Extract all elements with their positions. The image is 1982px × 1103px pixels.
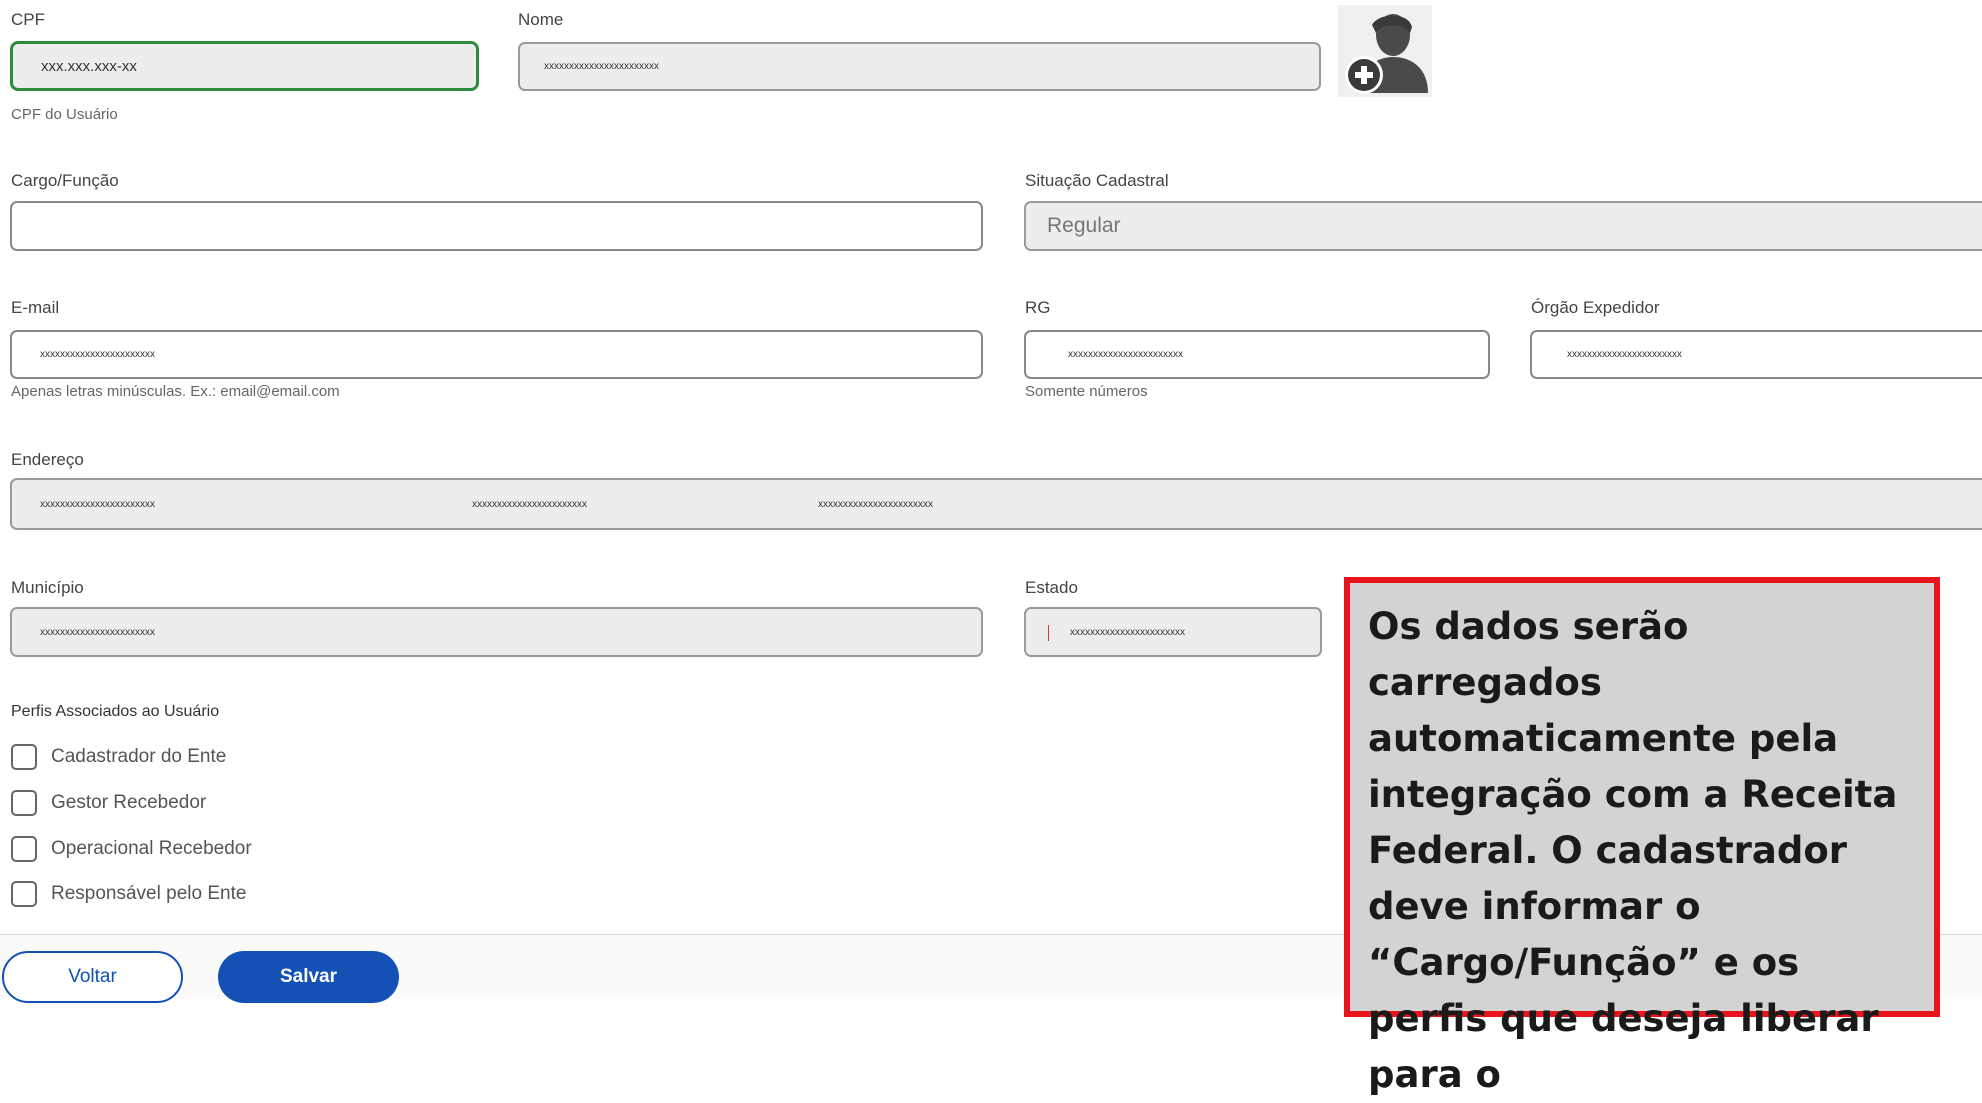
cpf-input[interactable]: xxx.xxx.xxx-xx [10, 41, 479, 91]
nome-value: xxxxxxxxxxxxxxxxxxxxxxx [544, 61, 659, 72]
perfil-checkbox-operacional[interactable]: Operacional Recebedor [11, 836, 252, 862]
endereco-part-1: xxxxxxxxxxxxxxxxxxxxxxx [40, 498, 155, 510]
perfil-checkbox-responsavel[interactable]: Responsável pelo Ente [11, 881, 246, 907]
nome-label: Nome [518, 10, 564, 29]
situacao-input[interactable]: Regular [1024, 201, 1982, 251]
cpf-label: CPF [11, 10, 45, 29]
municipio-value: xxxxxxxxxxxxxxxxxxxxxxx [40, 626, 155, 638]
checkbox[interactable] [11, 881, 37, 907]
rg-hint: Somente números [1025, 383, 1148, 400]
perfil-checkbox-gestor[interactable]: Gestor Recebedor [11, 790, 206, 816]
perfil-label: Gestor Recebedor [51, 792, 207, 813]
add-user-icon[interactable] [1338, 5, 1432, 97]
perfil-label: Responsável pelo Ente [51, 883, 247, 904]
estado-value: xxxxxxxxxxxxxxxxxxxxxxx [1070, 626, 1185, 638]
rg-input[interactable]: xxxxxxxxxxxxxxxxxxxxxxx [1024, 330, 1490, 379]
voltar-button[interactable]: Voltar [2, 951, 183, 1003]
municipio-label: Município [11, 578, 84, 597]
endereco-part-3: xxxxxxxxxxxxxxxxxxxxxxx [818, 498, 933, 510]
orgao-label: Órgão Expedidor [1531, 298, 1660, 317]
callout-text: Os dados serão carregados automaticament… [1368, 605, 1898, 1096]
orgao-input[interactable]: xxxxxxxxxxxxxxxxxxxxxxx [1530, 330, 1982, 379]
situacao-value: Regular [1047, 214, 1121, 237]
perfil-checkbox-cadastrador[interactable]: Cadastrador do Ente [11, 744, 226, 770]
municipio-input[interactable]: xxxxxxxxxxxxxxxxxxxxxxx [10, 607, 983, 657]
cpf-hint: CPF do Usuário [11, 106, 118, 123]
endereco-part-2: xxxxxxxxxxxxxxxxxxxxxxx [472, 498, 587, 510]
orgao-value: xxxxxxxxxxxxxxxxxxxxxxx [1567, 349, 1682, 360]
estado-input[interactable]: xxxxxxxxxxxxxxxxxxxxxxx [1024, 607, 1322, 657]
email-label: E-mail [11, 298, 60, 317]
cargo-input[interactable] [10, 201, 983, 251]
salvar-button[interactable]: Salvar [218, 951, 399, 1003]
cargo-label: Cargo/Função [11, 171, 119, 190]
nome-input[interactable]: xxxxxxxxxxxxxxxxxxxxxxx [518, 42, 1321, 91]
email-value: xxxxxxxxxxxxxxxxxxxxxxx [40, 349, 155, 360]
situacao-label: Situação Cadastral [1025, 171, 1169, 190]
perfis-title: Perfis Associados ao Usuário [11, 703, 220, 720]
email-hint: Apenas letras minúsculas. Ex.: email@ema… [11, 383, 340, 400]
checkbox[interactable] [11, 836, 37, 862]
text-cursor [1048, 625, 1049, 641]
rg-value: xxxxxxxxxxxxxxxxxxxxxxx [1068, 349, 1183, 360]
endereco-label: Endereço [11, 450, 84, 469]
email-input[interactable]: xxxxxxxxxxxxxxxxxxxxxxx [10, 330, 983, 379]
rg-label: RG [1025, 298, 1051, 317]
info-callout: Os dados serão carregados automaticament… [1344, 577, 1940, 1096]
checkbox[interactable] [11, 744, 37, 770]
perfil-label: Operacional Recebedor [51, 838, 252, 859]
checkbox[interactable] [11, 790, 37, 816]
endereco-input[interactable]: xxxxxxxxxxxxxxxxxxxxxxx xxxxxxxxxxxxxxxx… [10, 478, 1982, 530]
estado-label: Estado [1025, 578, 1078, 597]
perfil-label: Cadastrador do Ente [51, 746, 227, 767]
cpf-value: xxx.xxx.xxx-xx [41, 57, 137, 75]
